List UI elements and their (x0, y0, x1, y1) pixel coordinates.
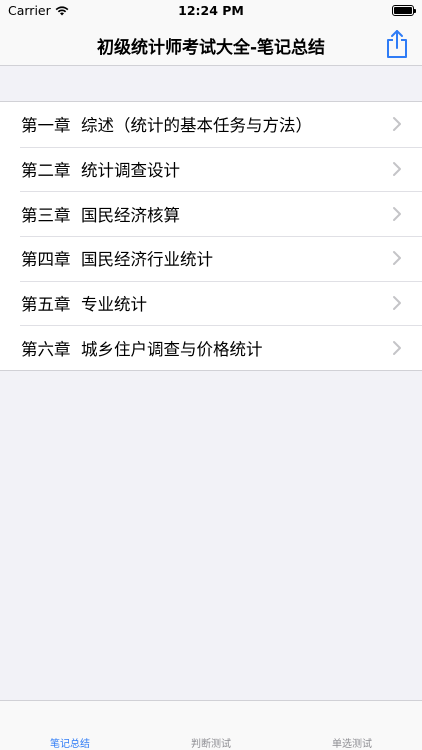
tab-notes-summary[interactable]: 笔记总结 (0, 735, 140, 750)
status-bar: Carrier 12:24 PM (0, 0, 422, 22)
chapter-label: 第一章 综述（统计的基本任务与方法） (21, 116, 312, 136)
chapter-label: 第四章 国民经济行业统计 (21, 250, 213, 270)
tab-bar: 笔记总结 判断测试 单选测试 (0, 700, 422, 750)
chevron-right-icon (393, 340, 401, 355)
share-icon[interactable] (384, 29, 410, 59)
chapter-row[interactable]: 第三章 国民经济核算 (0, 191, 422, 236)
chevron-right-icon (393, 117, 401, 132)
navigation-bar: 初级统计师考试大全-笔记总结 (0, 22, 422, 66)
chevron-right-icon (393, 251, 401, 266)
battery-icon (392, 5, 416, 16)
chapter-label: 第六章 城乡住户调查与价格统计 (21, 339, 263, 359)
chapter-label: 第五章 专业统计 (21, 295, 147, 315)
chevron-right-icon (393, 296, 401, 311)
chapter-row[interactable]: 第五章 专业统计 (0, 280, 422, 326)
battery-level (394, 7, 412, 14)
chevron-right-icon (393, 162, 401, 177)
chapter-row[interactable]: 第二章 统计调查设计 (0, 146, 422, 192)
tab-true-false-test[interactable]: 判断测试 (141, 735, 281, 750)
chapter-row[interactable]: 第一章 综述（统计的基本任务与方法） (0, 102, 422, 147)
chapter-row[interactable]: 第四章 国民经济行业统计 (0, 236, 422, 281)
page-title: 初级统计师考试大全-笔记总结 (96, 38, 326, 58)
chevron-right-icon (393, 206, 401, 221)
chapter-label: 第二章 统计调查设计 (21, 161, 180, 181)
chapter-list: 第一章 综述（统计的基本任务与方法） 第二章 统计调查设计 第三章 国民经济核算… (0, 101, 422, 372)
status-time: 12:24 PM (178, 3, 244, 18)
tab-single-choice-test[interactable]: 单选测试 (282, 735, 422, 750)
chapter-row[interactable]: 第六章 城乡住户调查与价格统计 (0, 325, 422, 370)
chapter-label: 第三章 国民经济核算 (21, 205, 180, 225)
